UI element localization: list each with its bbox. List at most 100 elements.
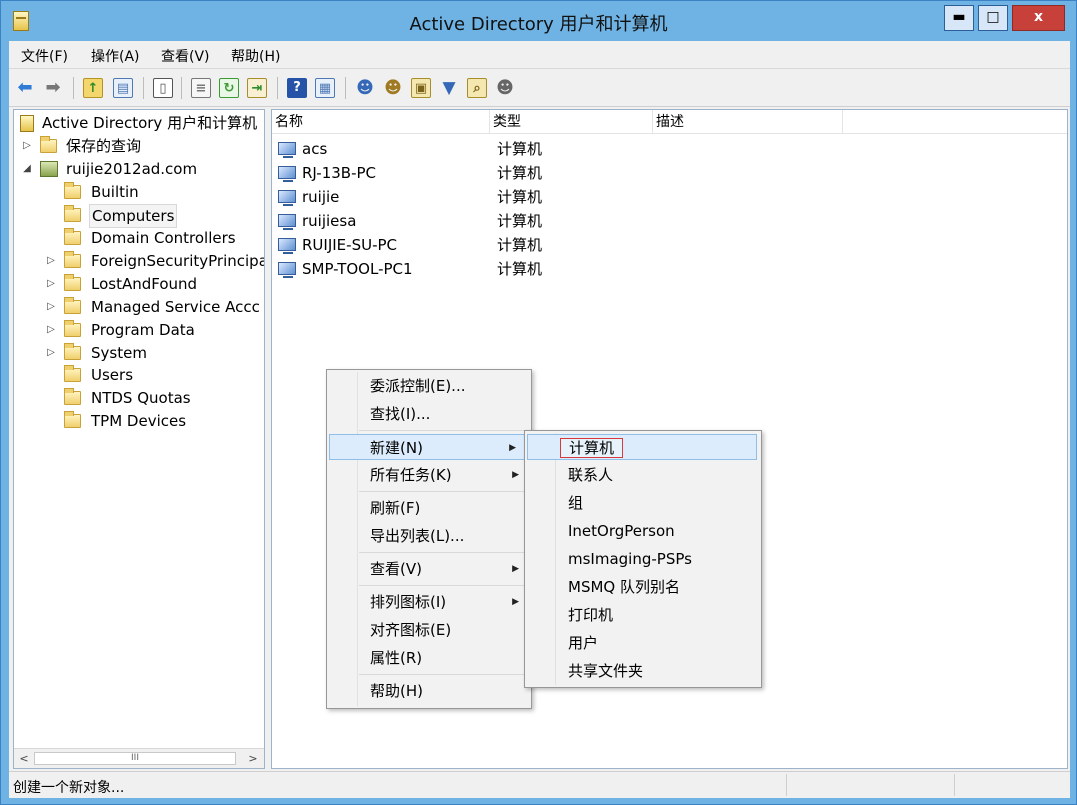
folder-icon [64,411,81,428]
tree-item-ntds-quotas[interactable]: NTDS Quotas [14,387,264,409]
ctx-new[interactable]: 新建(N) ▶ [329,434,527,460]
tree-item-computers[interactable]: Computers [14,204,264,228]
folder-icon [64,205,81,222]
tree-pane[interactable]: Active Directory 用户和计算机 ▷ 保存的查询 ◢ ruijie… [13,109,265,769]
submenu-msimaging-psps[interactable]: msImaging-PSPs [527,546,759,572]
folder-icon [64,365,81,382]
expand-arrow-icon[interactable]: ▷ [46,319,56,341]
folder-icon [64,388,81,405]
tree-root[interactable]: Active Directory 用户和计算机 [14,112,264,134]
tree-item-system[interactable]: ▷ System [14,342,264,364]
scroll-left-button[interactable]: < [15,750,33,767]
tree-item-foreign-security[interactable]: ▷ ForeignSecurityPrincipa [14,250,264,272]
tree-item-managed-service[interactable]: ▷ Managed Service Accc [14,296,264,318]
delegate-icon[interactable]: ☻ [495,78,515,98]
submenu-printer[interactable]: 打印机 [527,602,759,628]
submenu-shared-folder[interactable]: 共享文件夹 [527,658,759,684]
menu-help[interactable]: 帮助(H) [231,46,280,66]
computer-icon [278,166,296,182]
tree-item-program-data[interactable]: ▷ Program Data [14,319,264,341]
menu-file[interactable]: 文件(F) [21,46,68,66]
table-row[interactable]: ruijiesa 计算机 [272,209,832,233]
submenu-user[interactable]: 用户 [527,630,759,656]
scroll-right-button[interactable]: > [244,750,262,767]
folder-icon [64,251,81,268]
new-group-icon[interactable]: ☻ [383,78,403,98]
ctx-line-up-icons[interactable]: 对齐图标(E) [329,617,529,643]
computer-icon [278,238,296,254]
ctx-delegate-control[interactable]: 委派控制(E)... [329,373,529,399]
tree-item-builtin[interactable]: Builtin [14,181,264,203]
title-bar[interactable]: Active Directory 用户和计算机 ▬ □ x [1,1,1076,41]
minimize-button[interactable]: ▬ [944,5,974,31]
expand-arrow-icon[interactable]: ▷ [46,273,56,295]
expand-arrow-icon[interactable]: ▷ [46,296,56,318]
submenu-group[interactable]: 组 [527,490,759,516]
ctx-find[interactable]: 查找(I)... [329,401,529,427]
console-icon[interactable]: ▦ [315,78,335,98]
back-arrow-icon[interactable]: ⬅ [15,78,35,98]
properties-icon[interactable]: ≡ [191,78,211,98]
tree-item-lost-and-found[interactable]: ▷ LostAndFound [14,273,264,295]
window-title: Active Directory 用户和计算机 [409,14,668,35]
folder-icon [40,136,57,153]
menu-bar: 文件(F) 操作(A) 查看(V) 帮助(H) [9,41,1070,69]
menu-view[interactable]: 查看(V) [161,46,210,66]
table-row[interactable]: RUIJIE-SU-PC 计算机 [272,233,832,257]
up-folder-icon[interactable]: ↑ [83,78,103,98]
expand-arrow-icon[interactable]: ▷ [22,135,32,157]
collapse-arrow-icon[interactable]: ◢ [22,158,32,180]
menu-action[interactable]: 操作(A) [91,46,140,66]
table-row[interactable]: RJ-13B-PC 计算机 [272,161,832,185]
status-text: 创建一个新对象... [13,780,125,796]
scroll-thumb[interactable]: III [34,752,236,765]
ctx-refresh[interactable]: 刷新(F) [329,495,529,521]
tree-horizontal-scrollbar[interactable]: < III > [14,748,264,768]
export-list-icon[interactable]: ⇥ [247,78,267,98]
column-description[interactable]: 描述 [653,110,843,134]
tree-item-domain[interactable]: ◢ ruijie2012ad.com [14,158,264,180]
table-row[interactable]: SMP-TOOL-PC1 计算机 [272,257,832,281]
toolbar: ⬅ ➡ ↑ ▤ ▯ ≡ ↻ ⇥ ? ▦ ☻ ☻ ▣ ▼ ⌕ ☻ [9,69,1070,107]
submenu-arrow-icon: ▶ [512,597,519,607]
tree-item-tpm-devices[interactable]: TPM Devices [14,410,264,432]
new-submenu: 计算机 联系人 组 InetOrgPerson msImaging-PSPs M… [524,430,762,688]
column-type[interactable]: 类型 [490,110,653,134]
forward-arrow-icon[interactable]: ➡ [43,78,63,98]
refresh-icon[interactable]: ↻ [219,78,239,98]
highlight-box: 计算机 [560,438,624,458]
submenu-contact[interactable]: 联系人 [527,462,759,488]
ctx-all-tasks[interactable]: 所有任务(K) ▶ [329,462,529,488]
clipboard-icon[interactable]: ▯ [153,78,173,98]
filter-icon[interactable]: ▼ [439,78,459,98]
ctx-help[interactable]: 帮助(H) [329,678,529,704]
context-menu: 委派控制(E)... 查找(I)... 新建(N) ▶ 所有任务(K) ▶ 刷新… [326,369,532,709]
tree-item-domain-controllers[interactable]: Domain Controllers [14,227,264,249]
help-icon[interactable]: ? [287,78,307,98]
new-ou-icon[interactable]: ▣ [411,78,431,98]
table-row[interactable]: ruijie 计算机 [272,185,832,209]
folder-icon [64,274,81,291]
expand-arrow-icon[interactable]: ▷ [46,250,56,272]
ctx-export-list[interactable]: 导出列表(L)... [329,523,529,549]
computer-icon [278,190,296,206]
column-name[interactable]: 名称 [272,110,490,134]
tree-item-users[interactable]: Users [14,364,264,386]
ctx-properties[interactable]: 属性(R) [329,645,529,671]
ctx-arrange-icons[interactable]: 排列图标(I) ▶ [329,589,529,615]
computer-icon [278,262,296,278]
ou-folder-icon [64,228,81,245]
new-user-icon[interactable]: ☻ [355,78,375,98]
expand-arrow-icon[interactable]: ▷ [46,342,56,364]
close-button[interactable]: x [1012,5,1065,31]
maximize-button[interactable]: □ [978,5,1008,31]
ctx-view[interactable]: 查看(V) ▶ [329,556,529,582]
table-row[interactable]: acs 计算机 [272,137,832,161]
tree-item-saved-queries[interactable]: ▷ 保存的查询 [14,135,264,157]
submenu-inetorgperson[interactable]: InetOrgPerson [527,518,759,544]
submenu-computer[interactable]: 计算机 [527,434,757,460]
show-tree-icon[interactable]: ▤ [113,78,133,98]
find-icon[interactable]: ⌕ [467,78,487,98]
list-header: 名称 类型 描述 [272,110,1067,134]
submenu-msmq-alias[interactable]: MSMQ 队列别名 [527,574,759,600]
